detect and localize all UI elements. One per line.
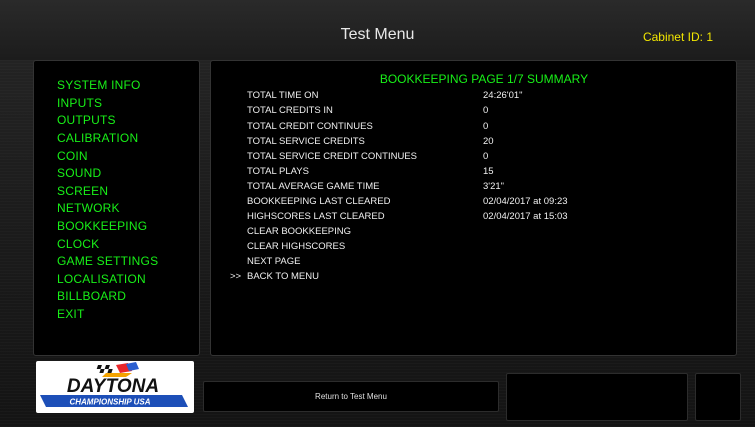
sidebar-item-screen[interactable]: SCREEN [57, 184, 187, 200]
stat-value: 02/04/2017 at 09:23 [483, 196, 568, 207]
sidebar-item-bookkeeping[interactable]: BOOKKEEPING [57, 219, 187, 235]
title-bar: Test Menu Cabinet ID: 1 [0, 0, 755, 60]
info-panel-small [695, 373, 741, 421]
stat-value: 0 [483, 105, 489, 116]
stat-row: TOTAL CREDITS IN 0 [211, 105, 736, 119]
return-to-test-menu-button[interactable]: Return to Test Menu [203, 381, 499, 412]
stat-value: 3'21" [483, 181, 505, 192]
sidebar-item-sound[interactable]: SOUND [57, 166, 187, 182]
logo-sub-text: CHAMPIONSHIP USA [69, 398, 150, 407]
page-title: Test Menu [340, 26, 415, 43]
stat-label: TOTAL AVERAGE GAME TIME [247, 181, 380, 192]
stat-value: 0 [483, 151, 489, 162]
stat-label: TOTAL CREDIT CONTINUES [247, 121, 373, 132]
clear-highscores-option[interactable]: CLEAR HIGHSCORES [211, 241, 511, 255]
stat-value: 20 [483, 136, 494, 147]
sidebar-item-localisation[interactable]: LOCALISATION [57, 272, 187, 288]
sidebar-menu: SYSTEM INFO INPUTS OUTPUTS CALIBRATION C… [33, 60, 200, 356]
stat-label: BOOKKEEPING LAST CLEARED [247, 196, 391, 207]
sidebar-item-coin[interactable]: COIN [57, 149, 187, 165]
sidebar-item-network[interactable]: NETWORK [57, 201, 187, 217]
stat-label: TOTAL CREDITS IN [247, 105, 333, 116]
sidebar-item-billboard[interactable]: BILLBOARD [57, 289, 187, 305]
sidebar-item-outputs[interactable]: OUTPUTS [57, 113, 187, 129]
sidebar-item-system-info[interactable]: SYSTEM INFO [57, 78, 187, 94]
action-label: BACK TO MENU [247, 271, 319, 282]
selection-cursor: >> [230, 271, 242, 282]
sidebar-item-game-settings[interactable]: GAME SETTINGS [57, 254, 187, 270]
stat-label: TOTAL PLAYS [247, 166, 309, 177]
logo-brand-text: DAYTONA [67, 376, 159, 397]
sidebar-item-exit[interactable]: EXIT [57, 307, 187, 323]
stat-row: BOOKKEEPING LAST CLEARED 02/04/2017 at 0… [211, 196, 736, 210]
bookkeeping-panel: BOOKKEEPING PAGE 1/7 SUMMARY TOTAL TIME … [210, 60, 737, 356]
stat-label: HIGHSCORES LAST CLEARED [247, 211, 385, 222]
daytona-logo-graphic: DAYTONA CHAMPIONSHIP USA [40, 362, 188, 407]
bookkeeping-page-title: BOOKKEEPING PAGE 1/7 SUMMARY [379, 72, 589, 86]
stat-value: 02/04/2017 at 15:03 [483, 211, 568, 222]
sidebar-item-clock[interactable]: CLOCK [57, 237, 187, 253]
info-panel-right [506, 373, 688, 421]
back-to-menu-option[interactable]: >> BACK TO MENU [211, 271, 511, 285]
action-label: CLEAR BOOKKEEPING [247, 226, 352, 237]
stat-value: 0 [483, 121, 489, 132]
stat-label: TOTAL SERVICE CREDIT CONTINUES [247, 151, 417, 162]
stat-row: TOTAL TIME ON 24:26'01" [211, 90, 736, 104]
clear-bookkeeping-option[interactable]: CLEAR BOOKKEEPING [211, 226, 511, 240]
action-label: NEXT PAGE [247, 256, 301, 267]
test-menu-screen: Test Menu Cabinet ID: 1 SYSTEM INFO INPU… [0, 0, 755, 427]
sidebar-item-calibration[interactable]: CALIBRATION [57, 131, 187, 147]
daytona-logo: DAYTONA CHAMPIONSHIP USA [36, 361, 194, 413]
stat-value: 15 [483, 166, 494, 177]
stat-row: TOTAL PLAYS 15 [211, 166, 736, 180]
stat-value: 24:26'01" [483, 90, 523, 101]
next-page-option[interactable]: NEXT PAGE [211, 256, 511, 270]
cabinet-id-label: Cabinet ID: 1 [642, 30, 713, 44]
stat-label: TOTAL TIME ON [247, 90, 319, 101]
stat-label: TOTAL SERVICE CREDITS [247, 136, 365, 147]
stat-row: TOTAL CREDIT CONTINUES 0 [211, 121, 736, 135]
stat-row: HIGHSCORES LAST CLEARED 02/04/2017 at 15… [211, 211, 736, 225]
stat-row: TOTAL AVERAGE GAME TIME 3'21" [211, 181, 736, 195]
stat-row: TOTAL SERVICE CREDITS 20 [211, 136, 736, 150]
action-label: CLEAR HIGHSCORES [247, 241, 346, 252]
sidebar-item-inputs[interactable]: INPUTS [57, 96, 187, 112]
stat-row: TOTAL SERVICE CREDIT CONTINUES 0 [211, 151, 736, 165]
